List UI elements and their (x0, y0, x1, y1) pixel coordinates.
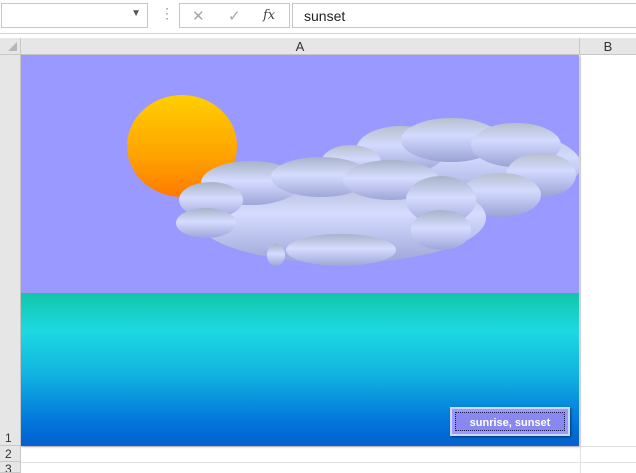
enter-icon[interactable]: ✓ (228, 7, 241, 25)
gridline (21, 446, 636, 447)
sunrise-sunset-button[interactable]: sunrise, sunset (450, 407, 570, 436)
gridline (21, 462, 636, 463)
row-header-1[interactable]: 1 (0, 55, 21, 446)
formula-bar: ▼ ⋮ ✕ ✓ fx sunset (0, 0, 636, 34)
column-header-a[interactable]: A (21, 38, 580, 55)
column-header-b[interactable]: B (580, 38, 636, 55)
sea-edge (21, 443, 579, 446)
gridline (580, 55, 581, 473)
insert-function-icon[interactable]: fx (263, 8, 275, 23)
select-all-icon (8, 42, 17, 51)
cancel-icon[interactable]: ✕ (192, 7, 205, 25)
row-header-2[interactable]: 2 (0, 446, 21, 462)
row-header-3[interactable]: 3 (0, 462, 21, 473)
row-label-3: 3 (5, 462, 12, 473)
sunset-picture[interactable]: sunrise, sunset (21, 55, 579, 446)
formula-input[interactable]: sunset (292, 3, 636, 28)
formula-buttons: ✕ ✓ fx (179, 3, 290, 28)
sunrise-sunset-button-label: sunrise, sunset (455, 412, 565, 431)
sky-shapes (127, 95, 579, 266)
row-label-2: 2 (5, 447, 12, 461)
more-options-icon[interactable]: ⋮ (160, 6, 174, 20)
row-label-1: 1 (5, 431, 12, 445)
name-box[interactable]: ▼ (1, 3, 148, 28)
select-all-button[interactable] (0, 38, 21, 55)
chevron-down-icon[interactable]: ▼ (131, 8, 141, 19)
